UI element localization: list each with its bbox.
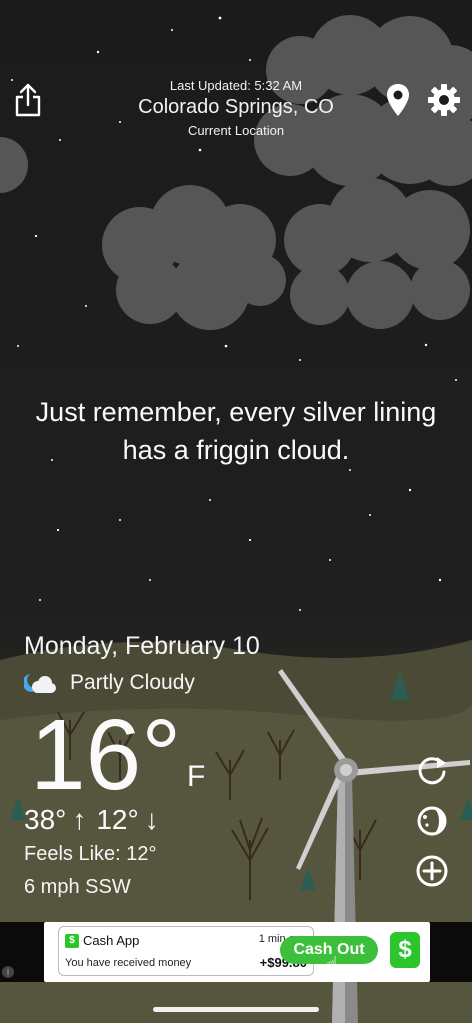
arrow-down-icon: ↓ [144,804,159,835]
refresh-icon [418,757,446,785]
low-temp: 12° [96,804,139,835]
share-button[interactable] [8,80,48,120]
add-button[interactable] [414,853,450,889]
ad-message: You have received money [65,957,192,969]
snarky-quote: Just remember, every silver lining has a… [35,397,437,465]
temperature-unit[interactable]: F [187,760,205,794]
high-low-temps: 38° ↑ 12° ↓ [24,804,169,836]
condition-text: Partly Cloudy [70,671,195,694]
ad-banner[interactable]: $ Cash App 1 min ago You have received m… [44,922,430,982]
dollar-icon: $ [390,932,420,968]
pointer-hand-icon: ☝ [326,954,339,976]
feels-like-text: Feels Like: 12° [24,843,157,865]
ad-brand: $ Cash App [65,933,139,948]
add-icon [416,855,448,887]
location-pin-icon [387,84,409,116]
ad-notification-card: $ Cash App 1 min ago You have received m… [58,926,314,976]
night-sky-illustration [0,15,472,1023]
refresh-button[interactable] [414,752,450,788]
current-temperature: 16° [30,699,182,811]
arrow-up-icon: ↑ [72,804,87,835]
home-indicator[interactable] [153,1007,319,1012]
high-temp: 38° [24,804,67,835]
last-updated-text: Last Updated: 5:32 AM [169,78,303,93]
share-icon [15,83,41,117]
weather-background-scene [0,0,472,1023]
wind-text: 6 mph SSW [24,876,131,898]
condition-row: Partly Cloudy [24,670,195,696]
moon-phase-button[interactable] [414,803,450,839]
partly-cloudy-night-icon [24,674,56,693]
moon-phase-icon [417,806,447,836]
clouds [0,15,472,330]
settings-button[interactable] [424,80,464,120]
cash-app-icon: $ [65,933,79,948]
ad-info-icon[interactable]: i [2,966,14,978]
current-location-label: Current Location [187,123,285,138]
city-name[interactable]: Colorado Springs, CO [86,96,386,119]
location-button[interactable] [378,80,418,120]
date-label: Monday, February 10 [24,632,260,660]
gear-icon [428,84,460,116]
ad-brand-name: Cash App [83,933,140,948]
